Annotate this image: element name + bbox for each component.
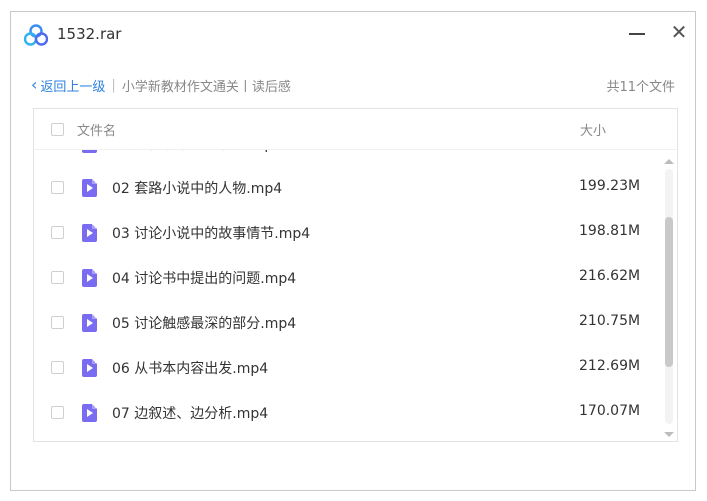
title-bar: 1532.rar ✕ (11, 12, 695, 58)
file-size: 216.62M (579, 268, 641, 284)
table-row[interactable]: 05 讨论触感最深的部分.mp4 210.75M (34, 301, 659, 345)
file-list: 01 如何读书才有收获.mp4 02 套路小说中的人物.mp4 199.23M … (34, 135, 677, 441)
video-file-icon (82, 224, 97, 242)
scroll-up-arrow-icon[interactable] (664, 159, 674, 164)
row-checkbox[interactable] (51, 226, 64, 239)
table-row[interactable]: 03 讨论小说中的故事情节.mp4 198.81M (34, 211, 659, 255)
navigation-bar: ‹ 返回上一级 | 小学新教材作文通关丨读后感 共11个文件 (31, 72, 675, 98)
file-name: 03 讨论小说中的故事情节.mp4 (112, 226, 311, 242)
column-header-size[interactable]: 大小 (580, 120, 606, 139)
close-button[interactable]: ✕ (665, 18, 693, 46)
window-title: 1532.rar (57, 25, 122, 43)
row-checkbox[interactable] (51, 316, 64, 329)
row-checkbox[interactable] (51, 406, 64, 419)
back-button[interactable]: ‹ 返回上一级 (31, 76, 105, 95)
file-list-panel: 文件名 大小 01 如何读书才有收获.mp4 02 套路小说中的人物.mp4 1… (33, 108, 678, 442)
file-name: 04 讨论书中提出的问题.mp4 (112, 271, 297, 287)
video-file-icon (82, 179, 97, 197)
table-row[interactable]: 06 从书本内容出发.mp4 212.69M (34, 346, 659, 390)
file-size: 199.23M (579, 178, 641, 194)
video-file-icon (82, 404, 97, 422)
video-file-icon (82, 359, 97, 377)
file-name: 02 套路小说中的人物.mp4 (112, 181, 283, 197)
chevron-left-icon: ‹ (31, 75, 38, 94)
select-all-checkbox[interactable] (51, 123, 64, 136)
table-row[interactable]: 04 讨论书中提出的问题.mp4 216.62M (34, 256, 659, 300)
video-file-icon (82, 269, 97, 287)
table-row[interactable]: 07 边叙述、边分析.mp4 170.07M (34, 391, 659, 435)
column-header-name[interactable]: 文件名 (77, 120, 116, 139)
file-name: 06 从书本内容出发.mp4 (112, 361, 269, 377)
row-checkbox[interactable] (51, 361, 64, 374)
baidu-netdisk-logo-icon (24, 24, 48, 46)
file-size: 170.07M (579, 403, 641, 419)
file-size: 212.69M (579, 358, 641, 374)
file-name: 05 讨论触感最深的部分.mp4 (112, 316, 297, 332)
file-size: 210.75M (579, 313, 641, 329)
row-checkbox[interactable] (51, 181, 64, 194)
archive-window: 1532.rar ✕ ‹ 返回上一级 | 小学新教材作文通关丨读后感 共11个文… (10, 11, 696, 491)
back-label: 返回上一级 (40, 79, 106, 95)
table-header: 文件名 大小 (34, 109, 677, 150)
breadcrumb-separator: | (111, 77, 116, 93)
file-count: 共11个文件 (606, 79, 675, 95)
video-file-icon (82, 314, 97, 332)
file-name: 07 边叙述、边分析.mp4 (112, 406, 269, 422)
table-row[interactable]: 02 套路小说中的人物.mp4 199.23M (34, 166, 659, 210)
scroll-down-arrow-icon[interactable] (664, 432, 674, 437)
file-size: 198.81M (579, 223, 641, 239)
scroll-thumb[interactable] (665, 217, 673, 367)
minimize-button[interactable] (623, 18, 651, 46)
vertical-scrollbar[interactable] (663, 155, 675, 439)
row-checkbox[interactable] (51, 271, 64, 284)
breadcrumb: 小学新教材作文通关丨读后感 (121, 79, 291, 95)
